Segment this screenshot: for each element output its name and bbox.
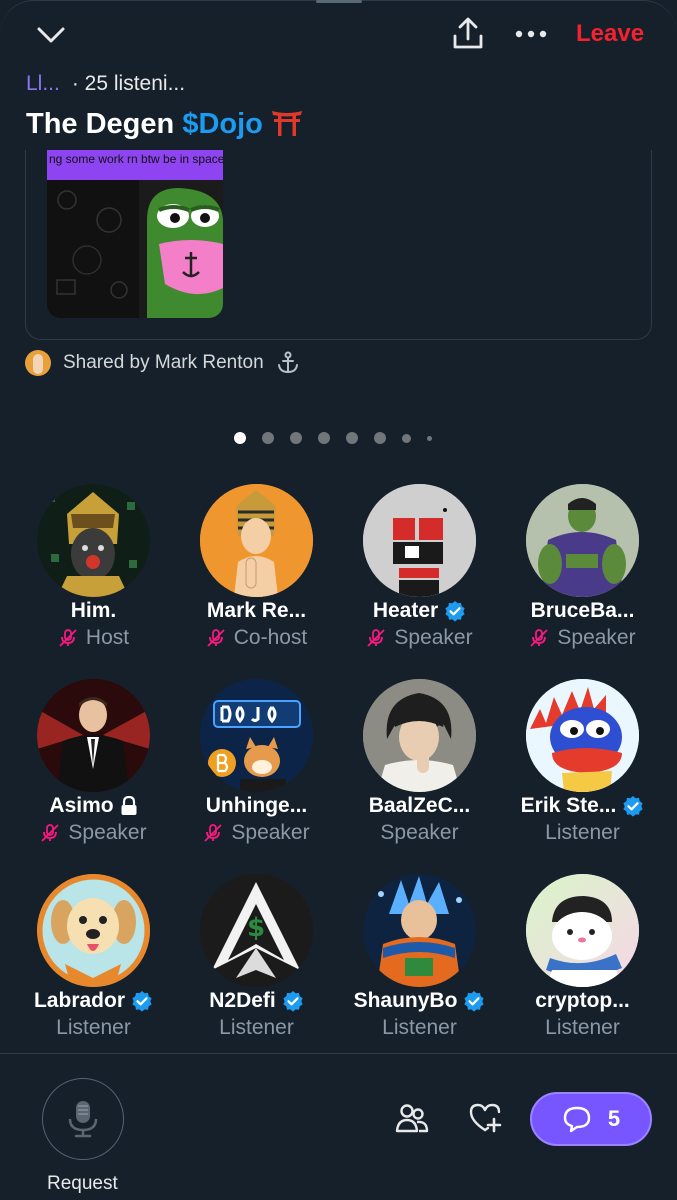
title-cashtag[interactable]: $Dojo [182,108,263,140]
participant-role: Listener [56,1016,131,1039]
carousel-dot[interactable] [402,433,411,443]
avatar [526,484,639,597]
participant-name: Asimo [12,794,175,818]
participant-tile[interactable]: Erik Ste... Listener [501,679,664,845]
participant-name: Him. [70,599,117,622]
participant-role: Speaker [380,821,459,844]
more-options-icon[interactable] [514,24,548,44]
request-label: Request [47,1173,118,1194]
comments-button[interactable]: 5 [530,1092,652,1146]
title-text: The Degen [26,108,183,140]
participant-role: Listener [382,1016,457,1039]
muted-mic-icon [204,824,223,842]
bottom-divider [0,1053,677,1054]
image-caption: ng some work rn btw be in space [47,150,223,180]
participant-name: BruceBa... [530,599,635,622]
share-icon[interactable] [450,16,486,52]
avatar [526,874,639,987]
participant-role: Listener [545,821,620,844]
react-heart-icon[interactable] [468,1101,502,1135]
participant-tile[interactable]: Asimo Speaker [12,679,175,845]
participant-tile[interactable]: ShaunyBo Listener [338,874,501,1040]
avatar [37,874,150,987]
listener-count: · 25 listeni... [71,72,186,95]
participant-role: Listener [545,1016,620,1039]
participant-name: Mark Re... [206,599,307,622]
avatar [200,679,313,792]
participant-tile[interactable]: BruceBa... Speaker [501,484,664,650]
participant-role: Speaker [501,626,664,650]
participant-name: N2Defi [175,989,338,1013]
avatar [37,484,150,597]
carousel-dot[interactable] [346,432,358,444]
carousel-indicator[interactable] [234,432,432,444]
participant-role: Speaker [175,821,338,845]
space-title: The Degen $Dojo [26,108,303,141]
participant-role: Host [12,626,175,650]
sharer-avatar [25,350,51,376]
lock-icon [121,796,137,815]
minimize-chevron-icon[interactable] [36,22,66,48]
shared-image[interactable]: ng some work rn btw be in space [47,150,223,318]
avatar [363,679,476,792]
muted-mic-icon [59,629,77,647]
participant-tile[interactable]: $ N2Defi Listener [175,874,338,1040]
verified-badge-icon [464,991,485,1012]
avatar: $ [200,874,313,987]
leave-button[interactable]: Leave [576,20,644,48]
carousel-dot[interactable] [427,435,432,441]
host-link[interactable]: Ll... [26,72,60,96]
svg-text:$: $ [247,913,265,943]
verified-badge-icon [623,796,643,817]
participant-tile[interactable]: Unhinge... Speaker [175,679,338,845]
avatar [37,679,150,792]
participant-name: Heater [338,599,501,623]
comment-bubble-icon [563,1106,591,1133]
pepe-image [139,180,223,318]
participant-name: Unhinge... [205,794,308,817]
shared-by-text: Shared by Mark Renton [63,352,264,373]
avatar [200,484,313,597]
torii-gate-icon [271,111,302,136]
participant-tile[interactable]: BaalZeC... Speaker [338,679,501,845]
participant-tile[interactable]: Heater Speaker [338,484,501,650]
carousel-dot[interactable] [290,432,302,444]
people-icon[interactable] [395,1101,429,1135]
participant-role: Co-host [175,626,338,650]
comments-count: 5 [607,1106,621,1131]
participant-name: ShaunyBo [338,989,501,1013]
request-to-speak-button[interactable] [42,1078,124,1160]
verified-badge-icon [132,991,152,1012]
avatar [363,484,476,597]
verified-badge-icon [283,991,303,1012]
participant-tile[interactable]: Labrador Listener [12,874,175,1040]
shared-by-row[interactable]: Shared by Mark Renton [25,350,300,376]
space-meta: Ll... · 25 listeni... [26,72,185,96]
participant-role: Listener [219,1016,294,1039]
participant-name: Labrador [12,989,175,1013]
participant-tile[interactable]: Mark Re... Co-host [175,484,338,650]
image-pattern [47,180,139,318]
carousel-dot[interactable] [374,432,386,444]
avatar [526,679,639,792]
muted-mic-icon [530,629,549,647]
status-indicator [316,0,362,3]
carousel-dot[interactable] [318,432,330,444]
avatar [363,874,476,987]
participant-name: BaalZeC... [368,794,471,817]
participant-role: Speaker [338,626,501,650]
participant-name: cryptop... [535,989,630,1012]
participant-name: Erik Ste... [501,794,664,818]
muted-mic-icon [207,629,225,647]
carousel-dot[interactable] [234,432,246,444]
verified-badge-icon [445,601,465,622]
muted-mic-icon [367,629,386,647]
muted-mic-icon [41,824,60,842]
participant-tile[interactable]: cryptop... Listener [501,874,664,1040]
microphone-icon [68,1101,98,1138]
participant-role: Speaker [12,821,175,845]
carousel-dot[interactable] [262,432,274,444]
participant-tile[interactable]: Him. Host [12,484,175,650]
anchor-icon [277,351,298,374]
